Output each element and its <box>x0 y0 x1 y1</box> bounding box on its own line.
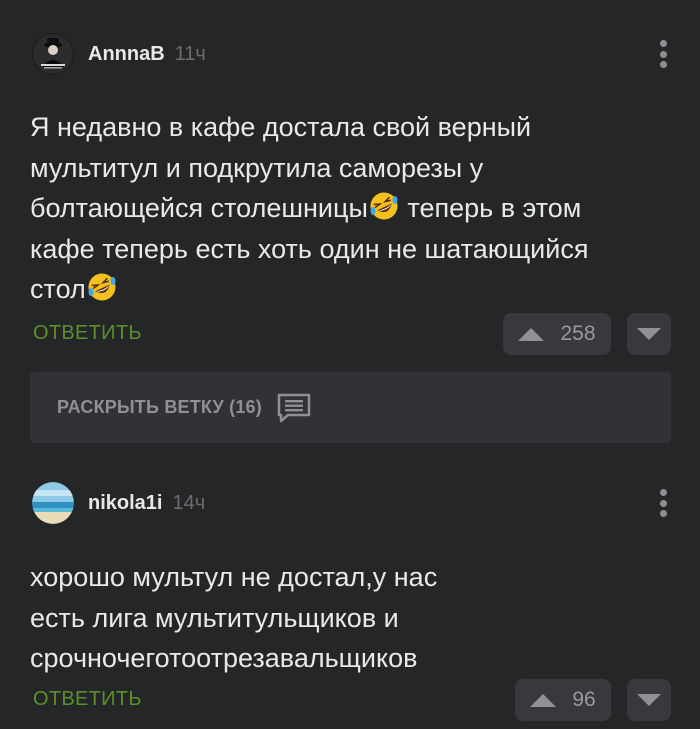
avatar[interactable] <box>32 33 74 75</box>
arrow-down-icon <box>637 328 661 340</box>
rolling-on-floor-laughing-icon <box>88 273 116 301</box>
reply-button[interactable]: ОТВЕТИТЬ <box>33 322 142 345</box>
expand-thread-label: РАСКРЫТЬ ВЕТКУ (16) <box>57 397 262 417</box>
rolling-on-floor-laughing-icon <box>370 192 398 220</box>
comment-text: хорошо мультул не достал,у нас есть лига… <box>30 562 438 673</box>
comment-header: AnnnaB 11ч <box>32 32 206 76</box>
comment-lines-icon <box>277 393 311 422</box>
downvote-button[interactable] <box>627 313 671 355</box>
upvote-button[interactable]: 96 <box>515 679 611 721</box>
username[interactable]: nikola1i <box>88 492 162 515</box>
timestamp: 11ч <box>174 42 206 65</box>
arrow-up-icon <box>518 327 545 341</box>
downvote-button[interactable] <box>627 679 671 721</box>
rating-count: 96 <box>572 688 596 711</box>
avatar[interactable] <box>32 482 74 524</box>
more-options-icon[interactable] <box>658 489 668 517</box>
more-options-icon[interactable] <box>658 40 668 68</box>
arrow-down-icon <box>637 694 661 706</box>
rating-count: 258 <box>560 322 596 345</box>
upvote-button[interactable]: 258 <box>503 313 611 355</box>
expand-thread-button[interactable]: РАСКРЫТЬ ВЕТКУ (16) <box>30 372 671 443</box>
timestamp: 14ч <box>172 491 206 514</box>
arrow-up-icon <box>530 693 557 707</box>
reply-button[interactable]: ОТВЕТИТЬ <box>33 688 142 711</box>
comment-header: nikola1i 14ч <box>32 481 205 525</box>
username[interactable]: AnnnaB <box>88 43 165 66</box>
comment-text: Я недавно в кафе достала свой верный мул… <box>30 107 650 310</box>
